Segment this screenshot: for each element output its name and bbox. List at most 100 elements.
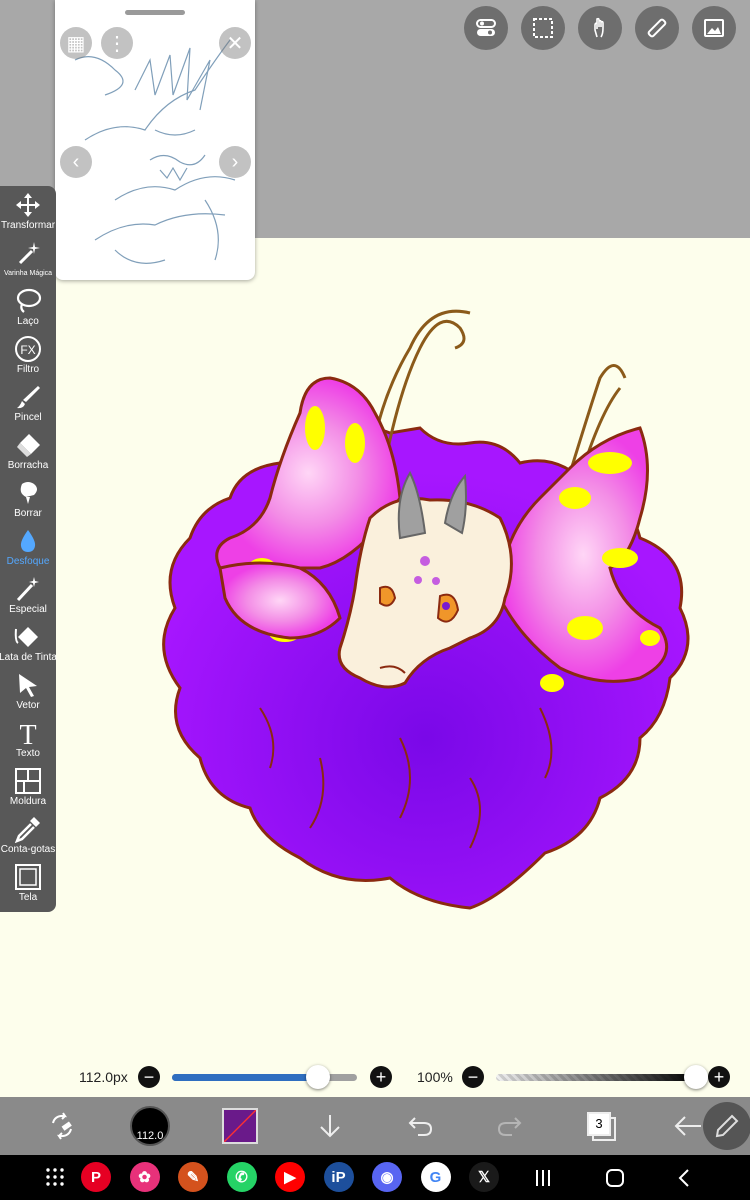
brush-size-plus-button[interactable]: + (370, 1066, 392, 1088)
tool-eyedropper[interactable]: Conta-gotas (0, 810, 56, 858)
fx-icon: FX (15, 336, 41, 362)
tool-label: Borrar (14, 508, 42, 519)
prev-arrow-icon[interactable]: ‹ (60, 146, 92, 178)
brush-size-value: 112.0px (79, 1069, 128, 1085)
tool-label: Moldura (9, 796, 47, 807)
brush-preview-circle: 112.0 (130, 1106, 170, 1146)
blur-drop-icon (20, 530, 36, 552)
tool-magic-wand[interactable]: Varinha Mágica (0, 234, 56, 282)
top-toolbar (464, 6, 736, 50)
brush-preview-label: 112.0 (136, 1130, 164, 1142)
transform-swap-icon[interactable] (42, 1105, 82, 1147)
tool-filter[interactable]: FX Filtro (0, 330, 56, 378)
brush-size-preview[interactable]: 112.0 (128, 1105, 172, 1147)
vector-cursor-icon (19, 674, 37, 697)
next-arrow-icon[interactable]: › (219, 146, 251, 178)
tool-text[interactable]: T Texto (0, 714, 56, 762)
reference-window[interactable]: ▦ ⋮ ✕ ‹ › (55, 0, 255, 280)
x-icon[interactable]: 𝕏 (469, 1162, 499, 1192)
google-icon[interactable]: G (420, 1162, 451, 1192)
brush-icon (17, 386, 40, 409)
download-arrow-icon[interactable] (312, 1105, 348, 1147)
tool-label: Texto (16, 748, 40, 759)
tool-smudge[interactable]: Borrar (0, 474, 56, 522)
slider-row: 112.0px − + 100% − + (0, 1060, 750, 1094)
special-brush-icon (16, 577, 39, 602)
discord-icon[interactable]: ◉ (372, 1162, 402, 1192)
tool-canvas[interactable]: Tela (0, 858, 56, 906)
back-arrow-icon[interactable] (670, 1105, 706, 1147)
open-image-icon[interactable]: ▦ (60, 27, 92, 59)
tool-frame-divider[interactable]: Moldura (0, 762, 56, 810)
drawing-canvas[interactable] (0, 238, 750, 1098)
pencil-icon[interactable] (703, 1102, 750, 1150)
opacity-knob[interactable] (684, 1065, 708, 1089)
tool-paint-bucket[interactable]: Lata de Tinta (0, 618, 57, 666)
more-vertical-icon[interactable]: ⋮ (101, 27, 133, 59)
blossom-app-icon[interactable]: ✿ (129, 1162, 160, 1192)
brush-size-fill (172, 1074, 319, 1081)
layers-icon[interactable]: 3 (582, 1105, 618, 1147)
recents-icon[interactable] (531, 1166, 555, 1190)
brush-size-knob[interactable] (306, 1065, 331, 1089)
canvas-icon (15, 864, 41, 890)
pinterest-icon[interactable]: P (81, 1162, 111, 1192)
android-nav-bar: P ✿ ✎ ✆ ▶ iP ◉ G 𝕏 (0, 1155, 750, 1200)
smudge-icon (20, 482, 37, 504)
dragon-artwork (162, 309, 690, 910)
reference-drag-handle[interactable] (125, 10, 185, 15)
paint-bucket-icon (14, 627, 38, 647)
bottom-toolbar: 112.0 3 (0, 1097, 750, 1155)
opacity-minus-button[interactable]: − (462, 1066, 484, 1088)
lasso-icon (16, 288, 42, 313)
undo-icon[interactable] (402, 1105, 438, 1147)
tool-lasso[interactable]: Laço (0, 282, 56, 330)
selection-icon[interactable] (521, 6, 565, 50)
tool-vector[interactable]: Vetor (0, 666, 56, 714)
ibispaint-icon[interactable]: iP (323, 1162, 354, 1192)
layers-count: 3 (587, 1112, 611, 1136)
tool-label: Desfoque (6, 556, 50, 567)
color-swatch-box (222, 1108, 258, 1144)
toggles-icon[interactable] (464, 6, 508, 50)
tool-transform[interactable]: Transformar (0, 186, 56, 234)
text-icon: T (19, 720, 36, 747)
tool-label: Tela (18, 892, 38, 903)
tool-label: Vetor (16, 700, 40, 711)
eraser-icon (17, 434, 40, 457)
svg-text:T: T (19, 720, 36, 747)
eyedropper-icon (14, 817, 40, 843)
whatsapp-icon[interactable]: ✆ (226, 1162, 257, 1192)
tool-blur[interactable]: Desfoque (0, 522, 56, 570)
frame-divider-icon (15, 768, 41, 794)
tool-sidebar: Transformar Varinha Mágica Laço FX Filtr… (0, 186, 57, 912)
brush-size-minus-button[interactable]: − (138, 1066, 160, 1088)
app-drawer-icon[interactable] (40, 1162, 70, 1192)
tool-label: Laço (17, 316, 39, 327)
back-icon[interactable] (673, 1166, 697, 1190)
tool-eraser[interactable]: Borracha (0, 426, 56, 474)
svg-text:FX: FX (20, 343, 35, 357)
tool-label: Conta-gotas (0, 844, 56, 855)
tool-brush[interactable]: Pincel (0, 378, 56, 426)
opacity-value: 100% (417, 1069, 453, 1085)
home-icon[interactable] (603, 1166, 627, 1190)
youtube-icon[interactable]: ▶ (275, 1162, 305, 1192)
tool-label: Transformar (0, 220, 56, 231)
move-arrows-icon (16, 193, 40, 217)
magic-wand-icon (18, 242, 40, 265)
redo-icon[interactable] (492, 1105, 528, 1147)
tool-label: Borracha (7, 460, 49, 471)
tool-label: Pincel (14, 412, 42, 423)
image-icon[interactable] (692, 6, 736, 50)
tool-label: Especial (9, 604, 47, 615)
tool-label: Filtro (16, 364, 40, 375)
sketch-app-icon[interactable]: ✎ (178, 1162, 208, 1192)
ruler-icon[interactable] (635, 6, 679, 50)
tool-special[interactable]: Especial (0, 570, 56, 618)
opacity-plus-button[interactable]: + (708, 1066, 730, 1088)
color-swatch[interactable] (222, 1105, 258, 1147)
close-icon[interactable]: ✕ (219, 27, 251, 59)
opacity-slider[interactable] (496, 1074, 696, 1081)
hand-touch-icon[interactable] (578, 6, 622, 50)
